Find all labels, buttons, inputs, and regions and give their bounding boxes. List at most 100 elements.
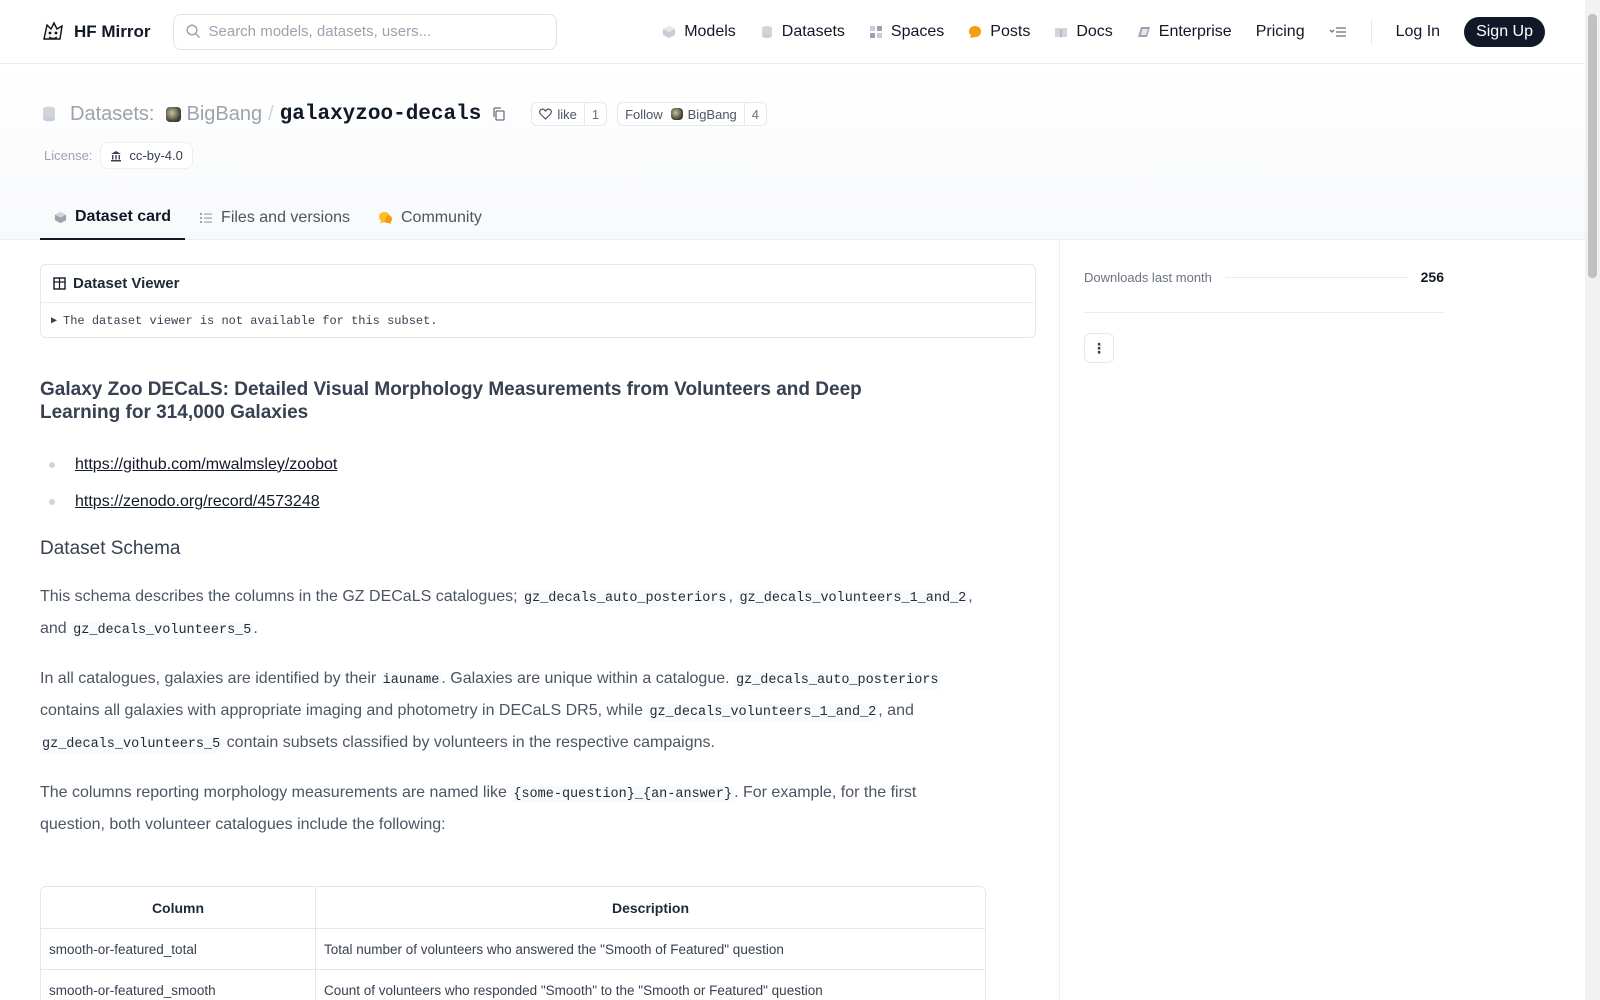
- follow-label: Follow: [625, 106, 663, 122]
- text-span: .: [253, 620, 258, 637]
- datasets-breadcrumb[interactable]: Datasets:: [70, 103, 154, 126]
- search-box[interactable]: [172, 13, 557, 50]
- nav-spaces[interactable]: Spaces: [869, 23, 944, 41]
- nav-models[interactable]: Models: [662, 23, 736, 41]
- tab-files[interactable]: Files and versions: [185, 196, 364, 240]
- disclosure-triangle-icon: ▶: [51, 316, 58, 327]
- search-icon: [185, 24, 200, 39]
- tab-dataset-card[interactable]: Dataset card: [40, 196, 186, 240]
- license-label: License:: [44, 148, 93, 163]
- dataset-name[interactable]: galaxyzoo-decals: [280, 103, 482, 126]
- heart-icon: [539, 108, 553, 120]
- nav-docs-label: Docs: [1076, 22, 1113, 40]
- card-icon: [54, 211, 67, 223]
- dotted-leader: [1225, 276, 1407, 278]
- models-icon: [663, 25, 676, 38]
- like-button[interactable]: like 1: [531, 102, 608, 126]
- text-span: contains all galaxies with appropriate i…: [40, 702, 648, 719]
- top-navbar: HF Mirror Models Datasets Spaces Posts D…: [0, 0, 1585, 64]
- follow-count: 4: [743, 103, 766, 125]
- menu-icon: [1329, 26, 1346, 37]
- table-row: smooth-or-featured_total Total number of…: [41, 929, 985, 970]
- bullet: [49, 498, 55, 505]
- license-row: License: cc-by-4.0: [44, 142, 193, 169]
- inline-code: gz_decals_volunteers_1_and_2: [647, 704, 879, 721]
- posts-icon: [969, 25, 982, 38]
- spaces-icon: [869, 25, 882, 38]
- text-span: The columns reporting morphology measure…: [40, 784, 512, 801]
- text-span: , and: [878, 702, 914, 719]
- dataset-icon: [43, 106, 55, 122]
- inline-code: gz_decals_volunteers_5: [40, 736, 223, 753]
- schema-paragraph-1: This schema describes the columns in the…: [40, 582, 985, 646]
- github-link[interactable]: https://github.com/mwalmsley/zoobot: [75, 456, 337, 474]
- scrollbar-thumb[interactable]: [1588, 14, 1597, 278]
- community-icon: [379, 212, 392, 224]
- table-header-row: Column Description: [41, 887, 985, 929]
- nav-datasets[interactable]: Datasets: [760, 23, 845, 41]
- files-icon: [200, 213, 213, 223]
- schema-heading: Dataset Schema: [40, 538, 181, 559]
- bullet: [49, 461, 55, 468]
- login-link[interactable]: Log In: [1396, 23, 1440, 41]
- nav-docs[interactable]: Docs: [1054, 22, 1113, 41]
- nav-enterprise-label: Enterprise: [1158, 22, 1232, 40]
- like-label: like: [557, 106, 577, 122]
- nav-more-menu[interactable]: [1329, 25, 1347, 39]
- license-tag[interactable]: cc-by-4.0: [100, 142, 193, 169]
- nav-datasets-label: Datasets: [781, 22, 845, 40]
- dataset-card-content: Dataset Viewer ▶ The dataset viewer is n…: [40, 264, 1036, 1000]
- org-link[interactable]: BigBang: [166, 103, 262, 126]
- like-count: 1: [583, 103, 606, 125]
- column-divider: [1059, 240, 1060, 1000]
- nav-enterprise[interactable]: Enterprise: [1137, 23, 1232, 41]
- follow-org-name: BigBang: [687, 106, 737, 122]
- dataset-title-row: Datasets: BigBang / galaxyzoo-decals lik…: [42, 102, 768, 126]
- schema-table: Column Description smooth-or-featured_to…: [40, 886, 986, 1000]
- downloads-value: 256: [1420, 269, 1444, 285]
- inline-code: gz_decals_volunteers_1_and_2: [737, 590, 969, 607]
- nav-models-label: Models: [684, 22, 736, 40]
- bank-icon: [111, 150, 122, 161]
- inline-code: {some-question}_{an-answer}: [511, 786, 735, 803]
- table-icon: [53, 277, 66, 290]
- nav-pricing-label: Pricing: [1255, 22, 1305, 40]
- table-cell: Count of volunteers who responded "Smoot…: [315, 970, 985, 1000]
- zenodo-link[interactable]: https://zenodo.org/record/4573248: [75, 493, 320, 511]
- nav-pricing[interactable]: Pricing: [1256, 23, 1305, 41]
- viewer-unavailable-details[interactable]: ▶ The dataset viewer is not available fo…: [41, 303, 1035, 337]
- more-options-button[interactable]: ⋮: [1084, 333, 1114, 363]
- nav-posts[interactable]: Posts: [968, 23, 1030, 41]
- signup-button[interactable]: Sign Up: [1464, 16, 1545, 47]
- text-span: contain subsets classified by volunteers…: [222, 734, 715, 751]
- nav-posts-label: Posts: [990, 22, 1031, 40]
- column-header: Description: [315, 887, 985, 929]
- tab-community[interactable]: Community: [364, 196, 496, 240]
- enterprise-icon: [1137, 26, 1150, 37]
- schema-paragraph-3: The columns reporting morphology measure…: [40, 778, 985, 840]
- signup-label: Sign Up: [1476, 22, 1533, 40]
- inline-code: gz_decals_volunteers_5: [71, 622, 254, 639]
- column-header: Column: [41, 887, 315, 929]
- table-cell: Total number of volunteers who answered …: [315, 929, 985, 970]
- search-input[interactable]: [208, 23, 544, 40]
- table-cell: smooth-or-featured_smooth: [41, 970, 315, 1000]
- dataset-viewer-title: Dataset Viewer: [73, 275, 180, 292]
- follow-button[interactable]: Follow BigBang 4: [617, 102, 768, 126]
- tab-community-label: Community: [401, 209, 482, 226]
- downloads-label: Downloads last month: [1084, 269, 1212, 285]
- page-scrollbar[interactable]: [1585, 0, 1600, 1000]
- brand-logo[interactable]: HF Mirror: [40, 19, 151, 45]
- table-row: smooth-or-featured_smooth Count of volun…: [41, 970, 985, 1000]
- right-sidebar: Downloads last month 256 ⋮: [1084, 264, 1444, 363]
- card-title: Galaxy Zoo DECaLS: Detailed Visual Morph…: [40, 379, 862, 423]
- dataset-header: Datasets: BigBang / galaxyzoo-decals lik…: [0, 64, 1585, 240]
- copy-icon[interactable]: [491, 106, 507, 122]
- kebab-icon: ⋮: [1092, 339, 1106, 356]
- nav-separator: [1370, 19, 1372, 44]
- link-list: https://github.com/mwalmsley/zoobot http…: [40, 446, 1036, 520]
- inline-code: iauname: [380, 672, 442, 689]
- follow-org-avatar: [670, 108, 683, 120]
- login-label: Log In: [1395, 22, 1441, 40]
- org-avatar: [166, 106, 182, 122]
